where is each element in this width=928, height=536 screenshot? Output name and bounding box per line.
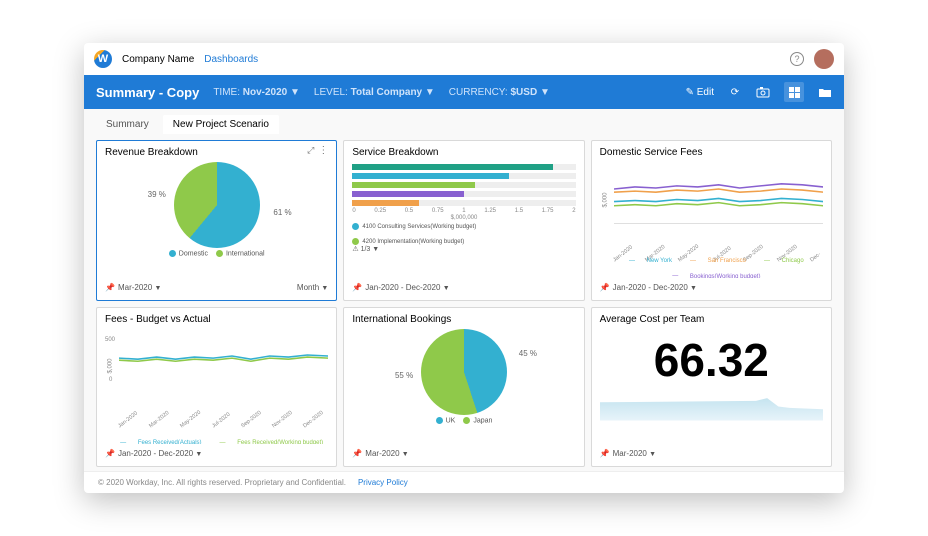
pin-icon[interactable]: 📌 bbox=[600, 449, 610, 458]
pie-chart bbox=[421, 329, 507, 415]
folder-icon[interactable] bbox=[818, 85, 832, 99]
tabs: Summary New Project Scenario bbox=[84, 109, 844, 134]
time-dropdown[interactable]: Mar-2020 ▼ bbox=[613, 449, 656, 458]
level-selector[interactable]: LEVEL: Total Company ▼ bbox=[314, 87, 435, 98]
pie-chart bbox=[174, 162, 260, 248]
tab-new-project[interactable]: New Project Scenario bbox=[163, 115, 279, 134]
copyright: © 2020 Workday, Inc. All rights reserved… bbox=[98, 478, 346, 487]
currency-selector[interactable]: CURRENCY: $USD ▼ bbox=[449, 87, 550, 98]
card-intl-bookings[interactable]: International Bookings 55 % 45 % UK Japa… bbox=[343, 307, 584, 468]
line-chart bbox=[614, 166, 823, 239]
kpi-value: 66.32 bbox=[600, 333, 823, 387]
time-dropdown[interactable]: Mar-2020 ▼ bbox=[365, 449, 408, 458]
topbar: W Company Name Dashboards ? bbox=[84, 43, 844, 75]
company-name: Company Name bbox=[122, 54, 194, 65]
refresh-icon[interactable]: ⟳ bbox=[728, 85, 742, 99]
footer: © 2020 Workday, Inc. All rights reserved… bbox=[84, 471, 844, 493]
time-dropdown[interactable]: Mar-2020 ▼ bbox=[118, 283, 161, 292]
card-fees-budget-actual[interactable]: Fees - Budget vs Actual $,000 500 0 Jan-… bbox=[96, 307, 337, 468]
card-revenue-breakdown[interactable]: Revenue Breakdown ⤢ ⋮ 39 % 61 % Domestic… bbox=[96, 140, 337, 301]
help-icon[interactable]: ? bbox=[790, 52, 804, 66]
pin-icon[interactable]: 📌 bbox=[352, 283, 362, 292]
expand-icon[interactable]: ⤢ bbox=[307, 145, 314, 156]
time-selector[interactable]: TIME: Nov-2020 ▼ bbox=[213, 87, 300, 98]
card-domestic-fees[interactable]: Domestic Service Fees $,000 Jan-2020Mar-… bbox=[591, 140, 832, 301]
time-dropdown[interactable]: Jan-2020 - Dec-2020 ▼ bbox=[613, 283, 697, 292]
legend: Domestic International bbox=[169, 250, 265, 257]
hbar-chart bbox=[352, 164, 575, 206]
more-icon[interactable]: ⋮ bbox=[318, 145, 328, 156]
breadcrumb-dashboards[interactable]: Dashboards bbox=[204, 54, 258, 65]
time-dropdown[interactable]: Jan-2020 - Dec-2020 ▼ bbox=[365, 283, 449, 292]
workday-logo[interactable]: W bbox=[94, 50, 112, 68]
pin-icon[interactable]: 📌 bbox=[352, 449, 362, 458]
card-service-breakdown[interactable]: Service Breakdown 00.250.50.7511.251.51.… bbox=[343, 140, 584, 301]
tab-summary[interactable]: Summary bbox=[96, 115, 159, 134]
card-avg-cost[interactable]: Average Cost per Team 66.32 📌Mar-2020 ▼ bbox=[591, 307, 832, 468]
area-sparkline bbox=[600, 393, 823, 421]
grid-view-icon[interactable] bbox=[784, 82, 804, 102]
app-shell: W Company Name Dashboards ? Summary - Co… bbox=[84, 43, 844, 493]
time-dropdown[interactable]: Jan-2020 - Dec-2020 ▼ bbox=[118, 449, 202, 458]
pin-icon[interactable]: 📌 bbox=[600, 283, 610, 292]
period-dropdown[interactable]: Month ▼ bbox=[297, 283, 328, 292]
page-title: Summary - Copy bbox=[96, 85, 199, 100]
privacy-link[interactable]: Privacy Policy bbox=[358, 478, 408, 487]
camera-icon[interactable] bbox=[756, 85, 770, 99]
avatar[interactable] bbox=[814, 49, 834, 69]
dashboard-grid: Revenue Breakdown ⤢ ⋮ 39 % 61 % Domestic… bbox=[84, 134, 844, 471]
pin-icon[interactable]: 📌 bbox=[105, 283, 115, 292]
line-chart bbox=[119, 333, 328, 406]
card-title: Revenue Breakdown bbox=[105, 147, 328, 158]
edit-button[interactable]: ✎ Edit bbox=[686, 87, 714, 98]
pin-icon[interactable]: 📌 bbox=[105, 449, 115, 458]
context-bar: Summary - Copy TIME: Nov-2020 ▼ LEVEL: T… bbox=[84, 75, 844, 109]
